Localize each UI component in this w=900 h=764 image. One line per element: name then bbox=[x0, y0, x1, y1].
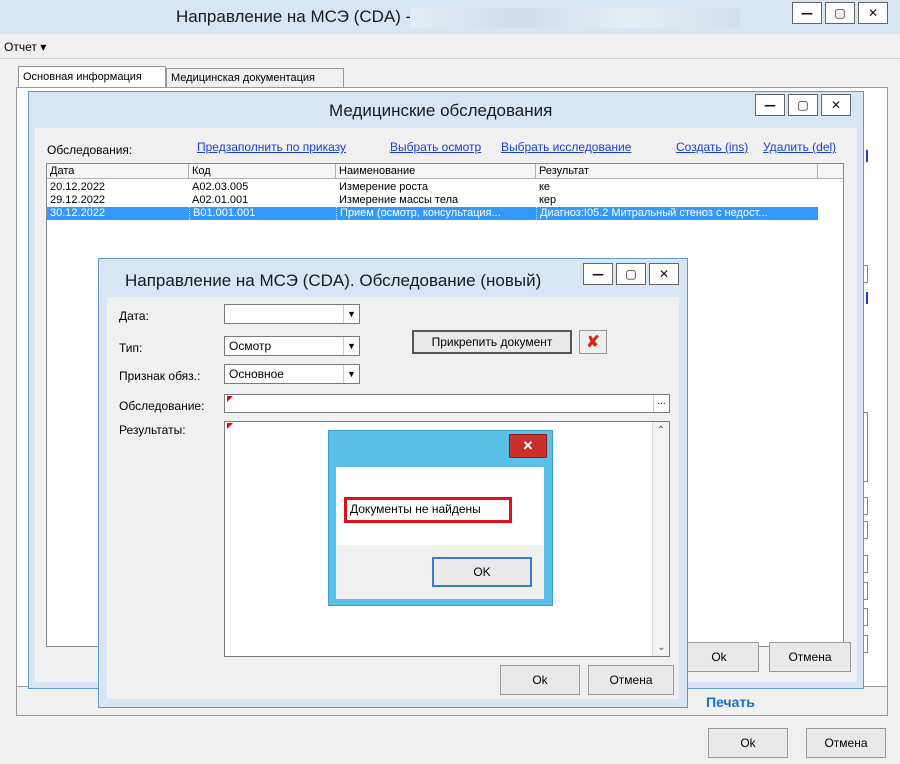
message-box: ✕ Документы не найдены OK bbox=[328, 430, 553, 606]
tab-main-info[interactable]: Основная информация bbox=[18, 66, 166, 88]
type-label: Тип: bbox=[119, 341, 143, 355]
create-link[interactable]: Создать (ins) bbox=[676, 140, 748, 154]
attach-document-button[interactable]: Прикрепить документ bbox=[412, 330, 572, 354]
table-row-name[interactable]: Прием (осмотр, консультация... bbox=[336, 207, 536, 220]
date-label: Дата: bbox=[119, 309, 149, 323]
exams-close-button[interactable]: ✕ bbox=[821, 94, 851, 116]
table-row-name[interactable]: Измерение роста bbox=[336, 181, 536, 194]
scroll-down-icon[interactable]: ⌄ bbox=[653, 639, 670, 656]
col-filler bbox=[818, 164, 843, 179]
type-select[interactable]: Осмотр ▼ bbox=[224, 336, 360, 356]
col-name[interactable]: Наименование bbox=[336, 164, 536, 179]
prefill-link[interactable]: Предзаполнить по приказу bbox=[197, 140, 346, 154]
main-ok-button[interactable]: Ok bbox=[708, 728, 788, 758]
clear-icon: ✘ bbox=[586, 334, 600, 351]
close-icon: ✕ bbox=[522, 438, 534, 453]
choose-study-link[interactable]: Выбрать исследование bbox=[501, 140, 631, 154]
table-row-date[interactable]: 30.12.2022 bbox=[47, 207, 189, 220]
chevron-down-icon[interactable]: ▼ bbox=[343, 337, 359, 355]
maximize-button[interactable]: ▢ bbox=[825, 2, 855, 24]
exam-label: Обследование: bbox=[119, 399, 205, 413]
new-exam-ok-button[interactable]: Ok bbox=[500, 665, 580, 695]
ellipsis-button[interactable]: ... bbox=[653, 395, 669, 412]
tab-main-info-label: Основная информация bbox=[23, 71, 142, 83]
exams-window-title: Медицинские обследования bbox=[329, 101, 553, 120]
col-result[interactable]: Результат bbox=[536, 164, 818, 179]
exam-field[interactable]: ... bbox=[224, 394, 670, 413]
exams-label: Обследования: bbox=[47, 143, 133, 157]
delete-link[interactable]: Удалить (del) bbox=[763, 140, 836, 154]
minimize-button[interactable]: — bbox=[792, 2, 822, 24]
main-cancel-button[interactable]: Отмена bbox=[806, 728, 886, 758]
table-row-name[interactable]: Измерение массы тела bbox=[336, 194, 536, 207]
col-code[interactable]: Код bbox=[189, 164, 336, 179]
chevron-down-icon[interactable]: ▼ bbox=[343, 305, 359, 323]
main-window-title: Направление на МСЭ (CDA) - bbox=[176, 7, 412, 26]
exams-cancel-button[interactable]: Отмена bbox=[769, 642, 851, 672]
report-menu[interactable]: Отчет ▾ bbox=[4, 40, 46, 54]
col-date[interactable]: Дата bbox=[47, 164, 189, 179]
required-select[interactable]: Основное ▼ bbox=[224, 364, 360, 384]
menu-separator bbox=[0, 58, 900, 59]
new-exam-close-button[interactable]: ✕ bbox=[649, 263, 679, 285]
table-row-result[interactable]: кер bbox=[536, 194, 818, 207]
message-close-button[interactable]: ✕ bbox=[509, 434, 547, 458]
exams-maximize-button[interactable]: ▢ bbox=[788, 94, 818, 116]
exams-titlebar: Медицинские обследования — ▢ ✕ bbox=[29, 92, 863, 124]
required-label: Признак обяз.: bbox=[119, 369, 201, 383]
delete-attachment-button[interactable]: ✘ bbox=[579, 330, 607, 354]
table-row-result[interactable]: Диагноз:I05.2 Митральный стеноз с недост… bbox=[536, 207, 818, 220]
results-label: Результаты: bbox=[119, 423, 186, 437]
type-value: Осмотр bbox=[229, 339, 272, 353]
required-marker-icon bbox=[227, 396, 233, 402]
table-row-code[interactable]: B01.001.001 bbox=[189, 207, 336, 220]
required-value: Основное bbox=[229, 367, 284, 381]
main-titlebar: Направление на МСЭ (CDA) - — ▢ ✕ bbox=[0, 0, 900, 34]
scroll-up-icon[interactable]: ⌃ bbox=[653, 422, 669, 439]
tab-med-docs-label: Медицинская документация bbox=[171, 72, 315, 84]
new-exam-cancel-button[interactable]: Отмена bbox=[588, 665, 674, 695]
required-marker-icon bbox=[227, 423, 233, 429]
exams-minimize-button[interactable]: — bbox=[755, 94, 785, 116]
new-exam-window-title: Направление на МСЭ (CDA). Обследование (… bbox=[125, 271, 542, 290]
message-ok-button[interactable]: OK bbox=[432, 557, 532, 587]
date-field[interactable]: ▼ bbox=[224, 304, 360, 324]
table-row-date[interactable]: 20.12.2022 bbox=[47, 181, 189, 194]
chevron-down-icon[interactable]: ▼ bbox=[343, 365, 359, 383]
print-link[interactable]: Печать bbox=[706, 694, 755, 710]
table-row-code[interactable]: A02.01.001 bbox=[189, 194, 336, 207]
choose-exam-link[interactable]: Выбрать осмотр bbox=[390, 140, 481, 154]
message-text: Документы не найдены bbox=[350, 502, 481, 516]
tab-med-docs[interactable]: Медицинская документация bbox=[166, 68, 344, 88]
scrollbar[interactable]: ⌃ ⌄ bbox=[652, 422, 669, 656]
exams-ok-button[interactable]: Ok bbox=[679, 642, 759, 672]
table-row-code[interactable]: A02.03.005 bbox=[189, 181, 336, 194]
blurred-patient-name bbox=[410, 8, 740, 28]
table-row-result[interactable]: ке bbox=[536, 181, 818, 194]
new-exam-titlebar: Направление на МСЭ (CDA). Обследование (… bbox=[99, 259, 687, 297]
close-button[interactable]: ✕ bbox=[858, 2, 888, 24]
new-exam-minimize-button[interactable]: — bbox=[583, 263, 613, 285]
new-exam-maximize-button[interactable]: ▢ bbox=[616, 263, 646, 285]
table-row-date[interactable]: 29.12.2022 bbox=[47, 194, 189, 207]
